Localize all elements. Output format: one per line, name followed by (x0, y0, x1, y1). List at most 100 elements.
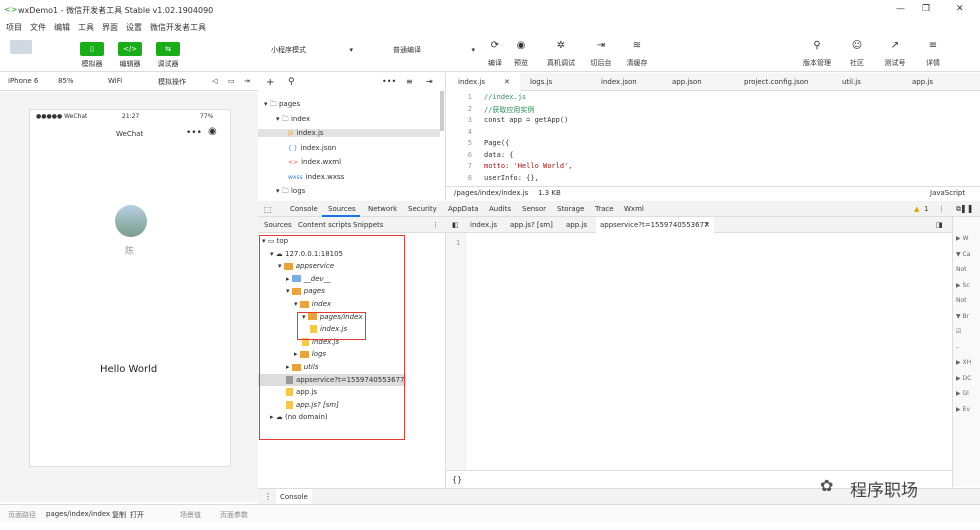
source-tab-appservice[interactable]: appservice?t=1559740553677 (600, 221, 708, 229)
tab-audits[interactable]: Audits (489, 205, 511, 213)
details-icon[interactable]: ≡ (918, 40, 948, 51)
tab-project-config[interactable]: project.config.json (744, 78, 808, 86)
code-editor[interactable]: 1 //index.js 2 //获取应用实例 3 const app = getApp(… (446, 91, 980, 186)
tab-trace[interactable]: Trace (595, 205, 614, 213)
tab-network[interactable]: Network (368, 205, 397, 213)
tab-console[interactable]: Console (290, 205, 318, 213)
menu-file[interactable]: 文件 (30, 23, 46, 32)
compile-select[interactable]: 普通编译 ▾ (388, 42, 480, 56)
open-link[interactable]: 打开 (130, 510, 144, 520)
tab-security[interactable]: Security (408, 205, 437, 213)
version-icon[interactable]: ⚲ (802, 40, 832, 51)
window-icon[interactable]: ▭ (228, 77, 235, 85)
mode-select[interactable]: 小程序模式 ▾ (266, 42, 358, 56)
inspect-icon[interactable]: ⬚ (264, 205, 272, 214)
close-icon[interactable]: ✕ (504, 78, 510, 86)
scene-label[interactable]: 场景值 (180, 510, 201, 520)
menu-view[interactable]: 界面 (102, 23, 118, 32)
tab-content-scripts[interactable]: Content scripts (298, 221, 351, 229)
more-icon[interactable]: ••• (186, 128, 202, 138)
debugger-section[interactable]: Not (956, 266, 967, 273)
language-mode[interactable]: JavaScript (930, 189, 965, 197)
settings-icon[interactable]: ⋮ (938, 205, 945, 213)
background-icon[interactable]: ⇥ (586, 40, 616, 51)
zoom-select[interactable]: 85% (58, 77, 74, 85)
source-tab-index-js[interactable]: index.js (470, 221, 497, 229)
simulate-op-select[interactable]: 模拟操作 (158, 77, 186, 87)
toggle-navigator-icon[interactable]: ◧ (452, 221, 459, 229)
avatar[interactable] (10, 40, 32, 54)
tab-wxml[interactable]: Wxml (624, 205, 644, 213)
simulator-toggle-icon[interactable]: ▯ (80, 42, 104, 56)
console-tab[interactable]: Console (280, 493, 308, 501)
tab-sources[interactable]: Sources (328, 205, 356, 213)
minimize-button[interactable]: — (896, 4, 905, 14)
source-tab-app-js[interactable]: app.js (566, 221, 587, 229)
page-params-label[interactable]: 页面参数 (220, 510, 248, 520)
scrollbar[interactable] (440, 91, 444, 131)
debugger-toggle-icon[interactable]: ⇆ (156, 42, 180, 56)
layout-icon[interactable]: ⇥ (426, 77, 433, 86)
debugger-section[interactable]: ☑ (956, 328, 961, 335)
test-account-icon[interactable]: ↗ (880, 40, 910, 51)
copy-link[interactable]: 复制 (112, 510, 126, 520)
maximize-button[interactable]: ❐ (922, 4, 930, 14)
menu-settings[interactable]: 设置 (126, 23, 142, 32)
drawer-menu-icon[interactable]: ⋮ (264, 492, 272, 501)
preview-icon[interactable]: ◉ (506, 40, 536, 51)
source-tab-app-js-sm[interactable]: app.js? [sm] (510, 221, 553, 229)
community-icon[interactable]: ☺ (842, 40, 872, 51)
popout-icon[interactable]: ⇥ (244, 77, 250, 85)
close-button[interactable]: ✕ (956, 4, 964, 14)
menu-wechat-devtools[interactable]: 微信开发者工具 (150, 23, 206, 32)
debugger-section[interactable]: ▶ Gl (956, 390, 969, 397)
tab-sensor[interactable]: Sensor (522, 205, 546, 213)
file-tree-item[interactable]: ▾ 🗀 logs (276, 187, 305, 198)
menu-project[interactable]: 项目 (6, 23, 22, 32)
more-icon[interactable]: ⋮ (432, 221, 439, 229)
tab-logs-js[interactable]: logs.js (530, 78, 552, 86)
tab-appdata[interactable]: AppData (448, 205, 478, 213)
search-icon[interactable]: ⚲ (288, 77, 295, 87)
pretty-print-icon[interactable]: {} (452, 475, 462, 484)
tab-index-js[interactable]: index.js (458, 78, 485, 86)
more-icon[interactable]: ••• (382, 77, 396, 86)
file-tree-item[interactable]: ▾ 🗀 pages (264, 100, 300, 111)
close-circle-icon[interactable]: ◉ (208, 126, 217, 137)
tab-index-json[interactable]: index.json (601, 78, 637, 86)
menu-tools[interactable]: 工具 (78, 23, 94, 32)
avatar[interactable] (115, 205, 147, 237)
file-tree-item[interactable]: JS index.js (258, 129, 440, 137)
file-tree-item[interactable]: { } index.json (288, 144, 336, 152)
file-tree-item[interactable]: ▾ 🗀 index (276, 115, 310, 126)
debugger-section[interactable]: ▶ W (956, 235, 968, 242)
debugger-section[interactable]: ▶ Ev (956, 406, 970, 413)
debugger-section[interactable]: Not (956, 297, 967, 304)
tab-app-js[interactable]: app.js (912, 78, 933, 86)
debugger-section[interactable]: ▼ Br (956, 313, 969, 320)
debugger-section[interactable]: ▶ XH (956, 359, 971, 366)
tab-app-json[interactable]: app.json (672, 78, 702, 86)
device-select[interactable]: iPhone 6 (8, 77, 38, 85)
toggle-debugger-icon[interactable]: ◨ (936, 221, 943, 229)
debugger-section[interactable]: ▶ DC (956, 375, 971, 382)
network-select[interactable]: WiFi (108, 77, 122, 85)
tab-sources-nav[interactable]: Sources (264, 221, 292, 229)
add-file-icon[interactable]: + (266, 77, 274, 88)
tab-util-js[interactable]: util.js (842, 78, 861, 86)
debugger-section[interactable]: ▶ Sc (956, 282, 970, 289)
clear-cache-icon[interactable]: ≋ (622, 40, 652, 51)
collapse-icon[interactable]: ≡ (406, 77, 413, 86)
warning-icon[interactable]: ▲ (914, 205, 919, 213)
menu-edit[interactable]: 编辑 (54, 23, 70, 32)
remote-debug-icon[interactable]: ✲ (546, 40, 576, 51)
tab-storage[interactable]: Storage (557, 205, 584, 213)
close-icon[interactable]: ✕ (704, 221, 710, 229)
tab-snippets[interactable]: Snippets (353, 221, 383, 229)
debugger-section[interactable]: ▼ Ca (956, 251, 970, 258)
editor-toggle-icon[interactable]: </> (118, 42, 142, 56)
volume-icon[interactable]: ◁ (212, 77, 217, 85)
file-tree-item[interactable]: wxss index.wxss (288, 173, 344, 181)
file-tree-item[interactable]: <> index.wxml (288, 158, 341, 166)
debugger-section[interactable]: – (956, 344, 959, 351)
